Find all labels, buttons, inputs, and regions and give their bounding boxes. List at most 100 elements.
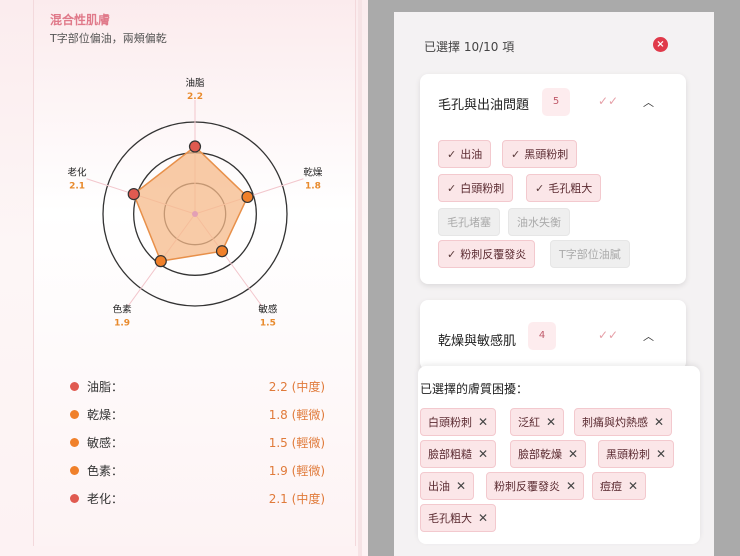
remove-icon[interactable]: ✕ — [546, 415, 556, 429]
radar-point — [215, 245, 229, 258]
legend-row-sensitive: 敏感： 1.5 (輕微) — [70, 428, 325, 456]
tag-label: 粉刺反覆發炎 — [494, 480, 560, 493]
chevron-up-icon[interactable]: ︿ — [643, 94, 654, 110]
concern-chip[interactable]: 毛孔堵塞 — [438, 208, 500, 236]
chevron-up-icon[interactable]: ︿ — [643, 328, 654, 344]
concern-chip[interactable]: ✓ 毛孔粗大 — [526, 174, 602, 202]
radar-axis-value: 1.8 — [305, 182, 321, 192]
group-title: 毛孔與出油問題 — [438, 98, 530, 113]
concern-chip[interactable]: T字部位油膩 — [550, 240, 630, 268]
close-icon[interactable]: × — [653, 37, 668, 52]
radar-point — [241, 190, 254, 204]
check-icon: ✓ — [447, 248, 457, 261]
legend-label: 乾燥： — [87, 407, 124, 422]
selected-tag: 泛紅 ✕ — [510, 408, 565, 436]
chip-label: 毛孔堵塞 — [447, 216, 491, 229]
legend-dot — [70, 381, 79, 391]
radar-axis-value: 2.2 — [187, 92, 203, 102]
legend-value: 2.2 (中度) — [268, 379, 325, 394]
chip-label: 毛孔粗大 — [548, 182, 593, 195]
tag-label: 臉部粗糙 — [428, 448, 472, 461]
selected-tag: 粉刺反覆發炎 ✕ — [486, 472, 585, 500]
tag-label: 白頭粉刺 — [428, 416, 472, 429]
legend-row-oil: 油脂： 2.2 (中度) — [70, 372, 325, 400]
chip-label: 出油 — [460, 148, 483, 161]
radar-axis-label: 老化 — [68, 167, 88, 179]
check-icon: ✓ — [511, 148, 521, 161]
legend-row-aging: 老化： 2.1 (中度) — [70, 484, 325, 512]
chip-label: 白頭粉刺 — [460, 182, 505, 195]
group-count-badge: 4 — [528, 322, 556, 350]
selected-tag: 出油 ✕ — [420, 472, 475, 500]
remove-icon[interactable]: ✕ — [566, 479, 576, 493]
legend-label: 敏感： — [87, 435, 124, 450]
legend-value: 1.8 (輕微) — [268, 407, 325, 422]
radar-point — [154, 255, 167, 268]
radar-axis-label: 油脂 — [185, 77, 205, 89]
remove-icon[interactable]: ✕ — [656, 447, 666, 461]
panel-edge — [358, 0, 362, 556]
tag-label: 泛紅 — [518, 416, 540, 429]
tag-label: 痘痘 — [600, 480, 622, 493]
concern-chip[interactable]: ✓ 粉刺反覆發炎 — [438, 240, 536, 268]
selected-concerns-panel: 已選擇的膚質困擾： 白頭粉刺 ✕ 泛紅 ✕ 刺痛與灼熱感 ✕ 臉部粗糙 ✕ 臉部乾燥 ✕ … — [418, 366, 700, 544]
radar-axis-value: 2.1 — [69, 182, 85, 192]
skin-type-title: 混合性肌膚 — [50, 13, 111, 27]
radar-axis-label: 乾燥 — [303, 167, 323, 179]
score-legend: 油脂： 2.2 (中度) 乾燥： 1.8 (輕微) 敏感： 1.5 (輕微) 色… — [70, 372, 325, 512]
group-title: 乾燥與敏感肌 — [438, 334, 517, 349]
selected-tag: 臉部乾燥 ✕ — [510, 440, 587, 468]
selected-tag: 白頭粉刺 ✕ — [420, 408, 497, 436]
remove-icon[interactable]: ✕ — [568, 447, 578, 461]
legend-row-pigment: 色素： 1.9 (輕微) — [70, 456, 325, 484]
selected-tag: 刺痛與灼熱感 ✕ — [574, 408, 673, 436]
concern-selector-panel: 已選擇 10/10 項 × 毛孔與出油問題 5 ✓✓ ︿ ✓ 出油 ✓ 黑頭粉刺 ✓… — [394, 12, 714, 556]
radar-point — [188, 140, 202, 153]
selected-tag: 痘痘 ✕ — [592, 472, 647, 500]
concern-group-dry-sensitive: 乾燥與敏感肌 4 ✓✓ ︿ — [420, 300, 686, 370]
radar-axis-value: 1.5 — [260, 318, 276, 328]
tag-label: 黑頭粉刺 — [606, 448, 650, 461]
remove-icon[interactable]: ✕ — [478, 447, 488, 461]
radar-axis-value: 1.9 — [114, 318, 130, 328]
radar-axis-label: 敏感 — [258, 303, 278, 315]
tag-label: 毛孔粗大 — [428, 512, 472, 525]
selected-count: 已選擇 10/10 項 — [424, 40, 515, 54]
radar-chart: 油脂 2.2 乾燥 1.8 敏感 1.5 色素 1.9 老化 2.1 — [68, 77, 323, 328]
check-icon: ✓ — [447, 148, 457, 161]
selected-panel-title: 已選擇的膚質困擾： — [420, 382, 529, 396]
remove-icon[interactable]: ✕ — [628, 479, 638, 493]
radar-point — [127, 187, 140, 201]
tag-label: 刺痛與灼熱感 — [582, 416, 648, 429]
remove-icon[interactable]: ✕ — [654, 415, 664, 429]
legend-dot — [70, 493, 79, 503]
remove-icon[interactable]: ✕ — [478, 415, 488, 429]
chip-label: T字部位油膩 — [559, 248, 621, 261]
radar-axis-label: 色素 — [113, 303, 133, 315]
legend-dot — [70, 437, 79, 447]
selected-tag: 黑頭粉刺 ✕ — [598, 440, 675, 468]
group-count-badge: 5 — [542, 88, 570, 116]
check-icon: ✓ — [447, 182, 457, 195]
concern-chip[interactable]: ✓ 白頭粉刺 — [438, 174, 514, 202]
tag-label: 臉部乾燥 — [518, 448, 562, 461]
concern-group-pores: 毛孔與出油問題 5 ✓✓ ︿ ✓ 出油 ✓ 黑頭粉刺 ✓ 白頭粉刺 ✓ 毛孔粗大 毛孔堵… — [420, 74, 686, 284]
concern-chip[interactable]: ✓ 出油 — [438, 140, 492, 168]
radar-center-dot — [192, 211, 198, 217]
legend-value: 2.1 (中度) — [268, 491, 325, 506]
legend-label: 色素： — [87, 463, 124, 478]
selected-tag: 毛孔粗大 ✕ — [420, 504, 497, 532]
concern-chip[interactable]: ✓ 黑頭粉刺 — [502, 140, 578, 168]
legend-label: 油脂： — [87, 379, 124, 394]
remove-icon[interactable]: ✕ — [478, 511, 488, 525]
legend-value: 1.9 (輕微) — [268, 463, 325, 478]
legend-dot — [70, 465, 79, 475]
select-all-icon[interactable]: ✓✓ — [598, 94, 618, 108]
chip-label: 黑頭粉刺 — [524, 148, 569, 161]
legend-row-dry: 乾燥： 1.8 (輕微) — [70, 400, 325, 428]
concern-chip[interactable]: 油水失衡 — [508, 208, 570, 236]
legend-dot — [70, 409, 79, 419]
check-icon: ✓ — [535, 182, 545, 195]
select-all-icon[interactable]: ✓✓ — [598, 328, 618, 342]
remove-icon[interactable]: ✕ — [456, 479, 466, 493]
